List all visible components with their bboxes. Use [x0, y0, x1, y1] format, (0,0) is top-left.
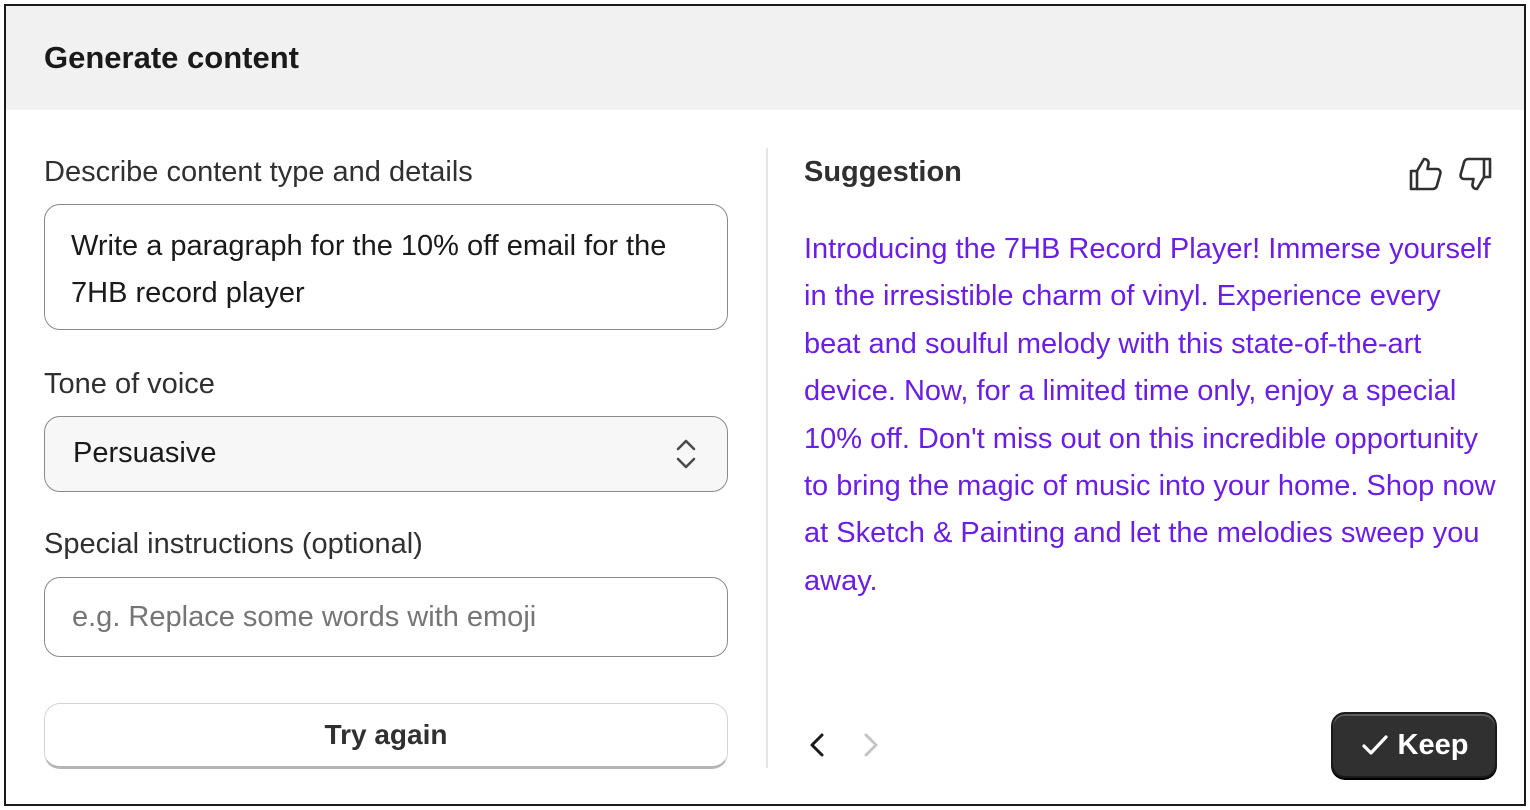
description-textarea[interactable]: Write a paragraph for the 10% off email … [44, 204, 728, 330]
description-label: Describe content type and details [44, 156, 473, 188]
chevron-right-icon[interactable] [856, 730, 884, 760]
generate-content-modal: Generate content Describe content type a… [4, 4, 1526, 806]
select-chevron-icon [676, 439, 696, 469]
tone-select[interactable]: Persuasive [44, 416, 728, 492]
tone-label: Tone of voice [44, 368, 215, 400]
thumbs-down-icon[interactable] [1456, 154, 1496, 194]
try-again-button[interactable]: Try again [44, 703, 728, 769]
suggestion-text: Introducing the 7HB Record Player! Immer… [804, 233, 1496, 597]
tone-select-value: Persuasive [73, 437, 217, 469]
thumbs-up-icon[interactable] [1405, 154, 1445, 194]
modal-header: Generate content [6, 6, 1524, 110]
special-instructions-input[interactable] [44, 577, 728, 657]
column-divider [766, 148, 768, 768]
keep-button-label: Keep [1397, 728, 1469, 761]
keep-button[interactable]: Keep [1331, 712, 1497, 778]
checkmark-icon [1361, 735, 1388, 755]
modal-title: Generate content [44, 40, 299, 75]
chevron-left-icon[interactable] [804, 730, 832, 760]
special-instructions-label: Special instructions (optional) [44, 528, 423, 560]
suggestion-title: Suggestion [804, 156, 962, 188]
